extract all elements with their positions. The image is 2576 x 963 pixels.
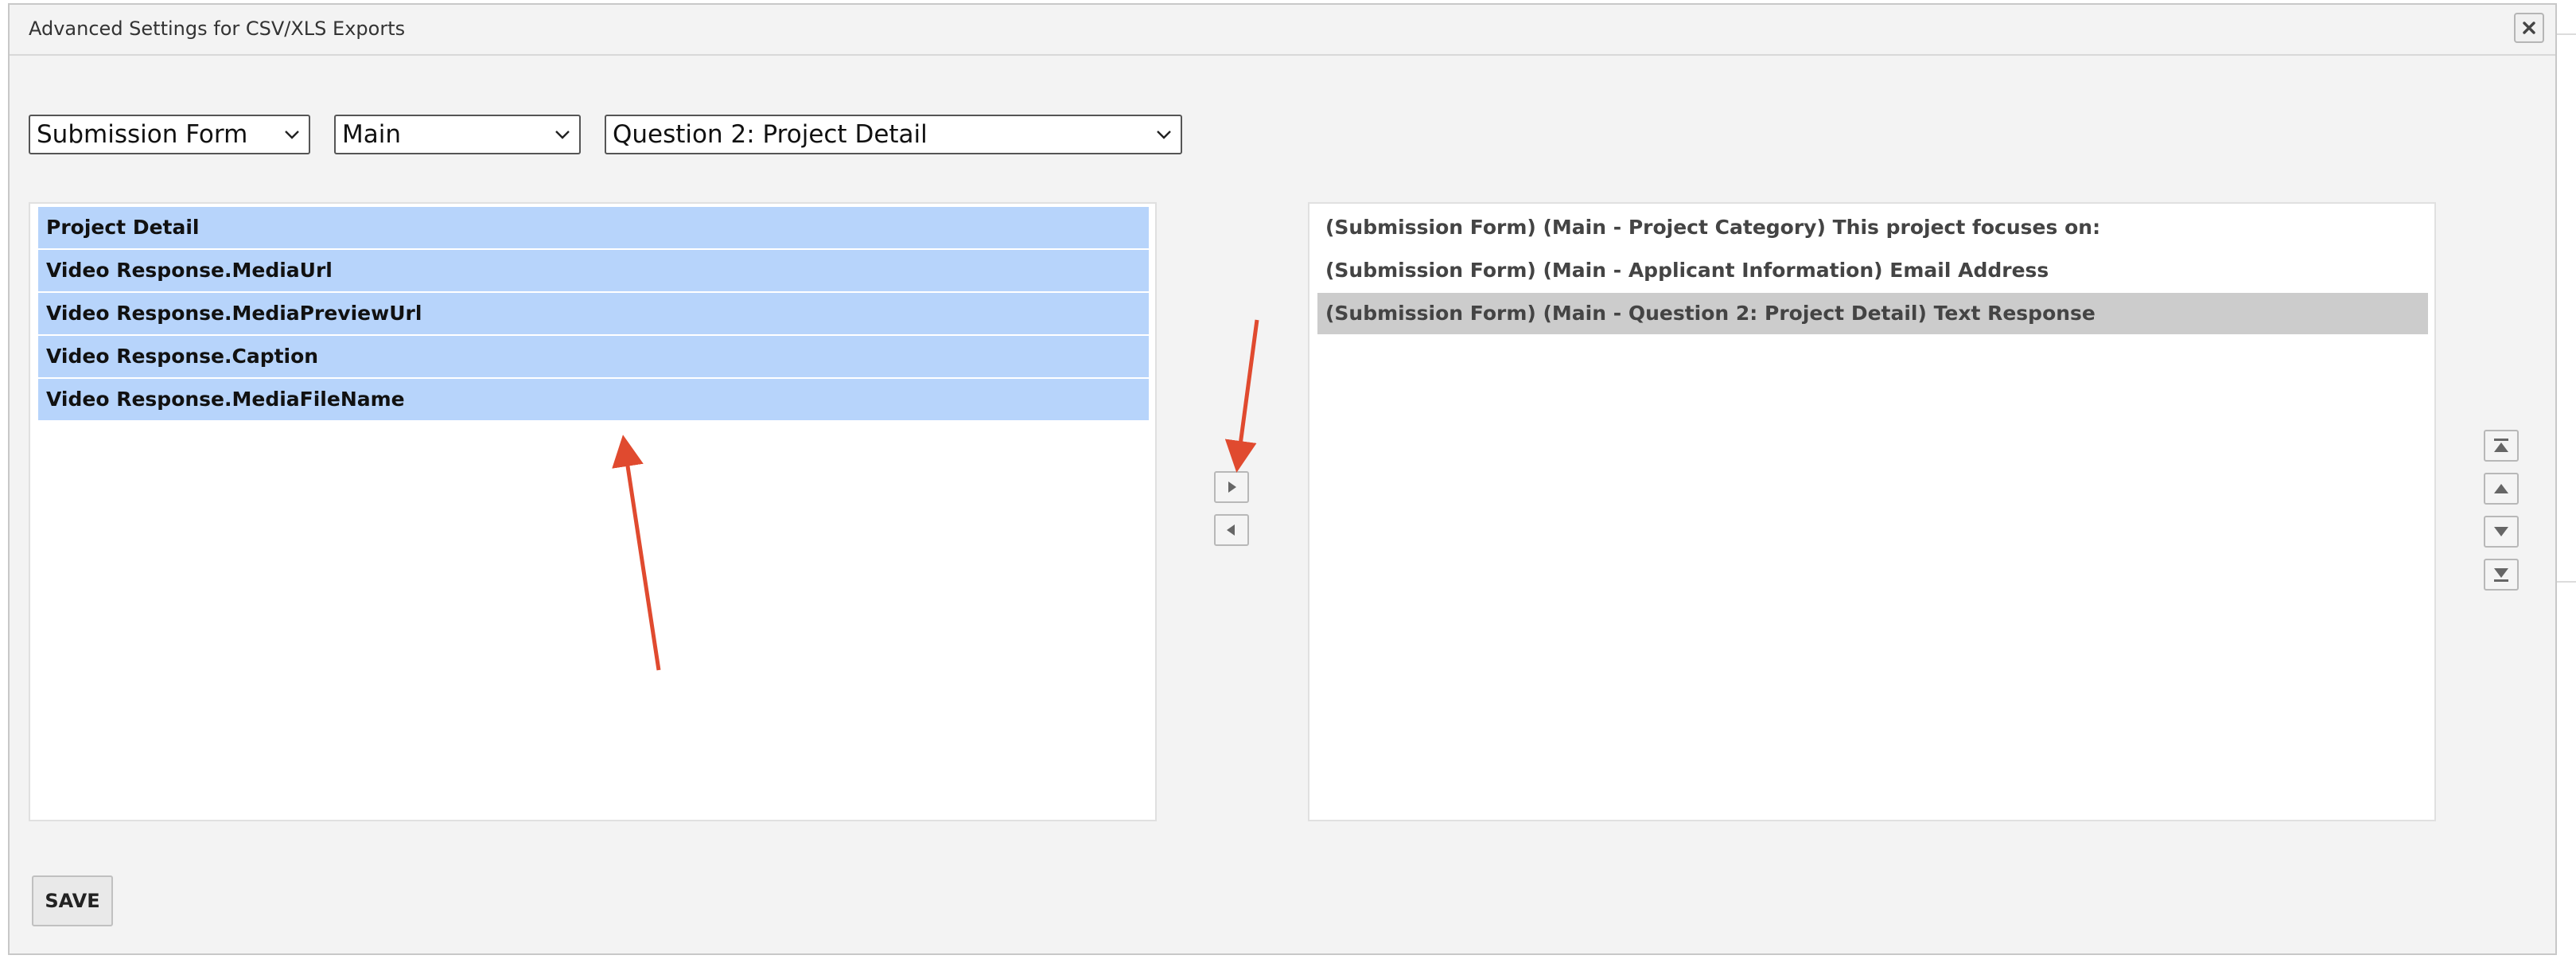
triangle-down-icon [2494,527,2508,536]
available-field-item[interactable]: Video Response.MediaUrl [38,250,1149,291]
move-down-button[interactable] [2484,516,2519,548]
export-field-item[interactable]: (Submission Form) (Main - Question 2: Pr… [1317,293,2428,334]
save-button[interactable]: SAVE [32,875,113,926]
question-select[interactable]: Question 2: Project Detail [605,115,1182,154]
triangle-left-icon [1227,524,1235,536]
advanced-export-settings-dialog: Advanced Settings for CSV/XLS Exports Su… [8,3,2557,955]
move-right-button[interactable] [1214,471,1249,503]
dialog-title: Advanced Settings for CSV/XLS Exports [29,18,406,40]
move-to-top-icon [2494,439,2508,452]
available-fields-list[interactable]: Project Detail Video Response.MediaUrl V… [29,202,1157,821]
export-fields-list[interactable]: (Submission Form) (Main - Project Catego… [1308,202,2436,821]
backdrop-divider [2554,33,2576,35]
form-select-value: Submission Form [37,120,248,149]
close-icon [2523,21,2535,34]
move-up-button[interactable] [2484,473,2519,505]
form-select[interactable]: Submission Form [29,115,310,154]
question-select-value: Question 2: Project Detail [613,120,928,149]
move-left-button[interactable] [1214,514,1249,546]
move-to-top-button[interactable] [2484,430,2519,462]
triangle-right-icon [1228,481,1236,493]
export-field-item[interactable]: (Submission Form) (Main - Project Catego… [1317,207,2428,248]
section-select[interactable]: Main [334,115,581,154]
chevron-down-icon [555,131,570,139]
move-to-bottom-icon [2494,568,2508,582]
available-field-item[interactable]: Project Detail [38,207,1149,248]
move-to-bottom-button[interactable] [2484,559,2519,591]
backdrop-divider [2554,581,2576,583]
dialog-titlebar: Advanced Settings for CSV/XLS Exports [10,5,2555,56]
section-select-value: Main [342,120,402,149]
chevron-down-icon [1157,131,1171,139]
available-field-item[interactable]: Video Response.MediaFileName [38,379,1149,420]
available-field-item[interactable]: Video Response.MediaPreviewUrl [38,293,1149,334]
close-button[interactable] [2514,13,2544,43]
triangle-up-icon [2494,484,2508,493]
chevron-down-icon [285,131,299,139]
export-field-item[interactable]: (Submission Form) (Main - Applicant Info… [1317,250,2428,291]
available-field-item[interactable]: Video Response.Caption [38,336,1149,377]
